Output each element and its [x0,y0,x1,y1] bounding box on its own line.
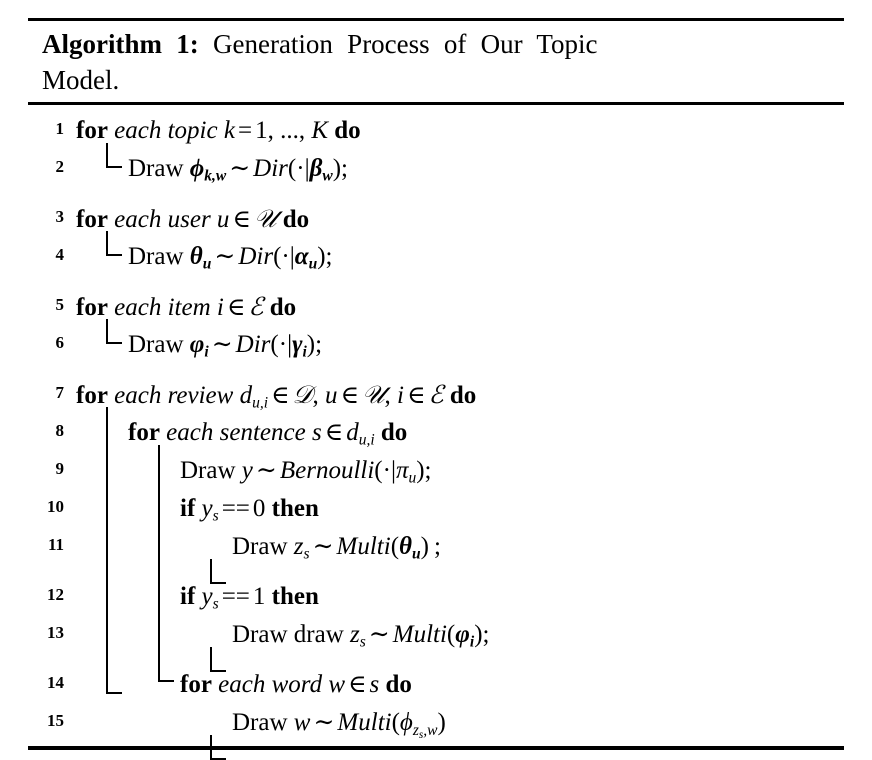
algorithm-line: 8 for each sentence s ∈ du,i do [28,414,844,452]
algorithm-line: 12 if ys == 1 then [28,578,844,616]
algorithm-title-line1: Generation Process of Our Topic [212,29,598,59]
line-number: 13 [47,623,64,643]
line-content: for each review du,i ∈ 𝒟, u ∈ 𝒰, i ∈ ℰ do [76,380,477,412]
line-number: 2 [55,157,65,177]
algorithm-line: 9 Draw y ∼ Bernoulli(·|πu); [28,452,844,490]
algorithm-line: 7 for each review du,i ∈ 𝒟, u ∈ 𝒰, i ∈ ℰ do [28,376,844,414]
algorithm-label: Algorithm 1: [42,29,199,59]
algorithm-block: Algorithm 1: Generation Process of Our T… [28,18,844,760]
line-number: 10 [47,497,64,517]
algorithm-line: 5 for each item i ∈ ℰ do [28,288,844,326]
line-content: Draw θu ∼ Dir(·|αu); [128,243,333,273]
algorithm-line: 11 Draw zs ∼ Multi(θu); [28,528,844,566]
line-number: 7 [55,383,65,403]
line-number: 11 [47,535,64,555]
line-content: Draw φi ∼ Dir(·|γi); [128,331,323,361]
line-content: Draw draw zs ∼ Multi(φi); [232,621,490,651]
line-content: Draw w ∼ Multi(ϕzs,w) [232,709,446,741]
line-number: 5 [55,295,65,315]
line-content: for each topic k = 1, ..., K do [76,117,361,145]
algorithm-line: 4 Draw θu ∼ Dir(·|αu); [28,238,844,276]
line-number: 8 [55,421,65,441]
line-content: for each word w ∈ s do [180,671,412,699]
line-content: Draw ϕk,w ∼ Dir(·|βw); [128,155,349,185]
line-content: if ys == 0 then [180,495,319,525]
algorithm-line: 10 if ys == 0 then [28,490,844,528]
line-number: 14 [47,673,64,693]
algorithm-caption: Algorithm 1: Generation Process of Our T… [28,21,844,102]
line-number: 1 [55,119,65,139]
line-content: for each item i ∈ ℰ do [76,292,297,322]
line-number: 15 [47,711,64,731]
algorithm-line: 14 for each word w ∈ s do [28,666,844,704]
line-number: 4 [55,245,65,265]
line-content: Draw zs ∼ Multi(θu); [232,533,441,563]
algorithm-line: 13 Draw draw zs ∼ Multi(φi); [28,616,844,654]
algorithm-line: 3 for each user u ∈ 𝒰 do [28,200,844,238]
line-content: for each sentence s ∈ du,i do [128,419,408,449]
line-number: 3 [55,207,65,227]
algorithm-body: 1 for each topic k = 1, ..., K do 2 Draw ϕ… [28,105,844,760]
line-content: if ys == 1 then [180,583,319,613]
line-content: for each user u ∈ 𝒰 do [76,204,310,234]
line-number: 6 [55,333,65,353]
line-number: 9 [55,459,65,479]
algorithm-line: 2 Draw ϕk,w ∼ Dir(·|βw); [28,150,844,188]
algorithm-line: 6 Draw φi ∼ Dir(·|γi); [28,326,844,364]
algorithm-line: 1 for each topic k = 1, ..., K do [28,112,844,150]
line-content: Draw y ∼ Bernoulli(·|πu); [180,457,432,487]
line-number: 12 [47,585,64,605]
algorithm-line: 15 Draw w ∼ Multi(ϕzs,w) [28,704,844,742]
algorithm-title-line2: Model. [42,64,120,95]
rule-bottom [28,746,844,751]
